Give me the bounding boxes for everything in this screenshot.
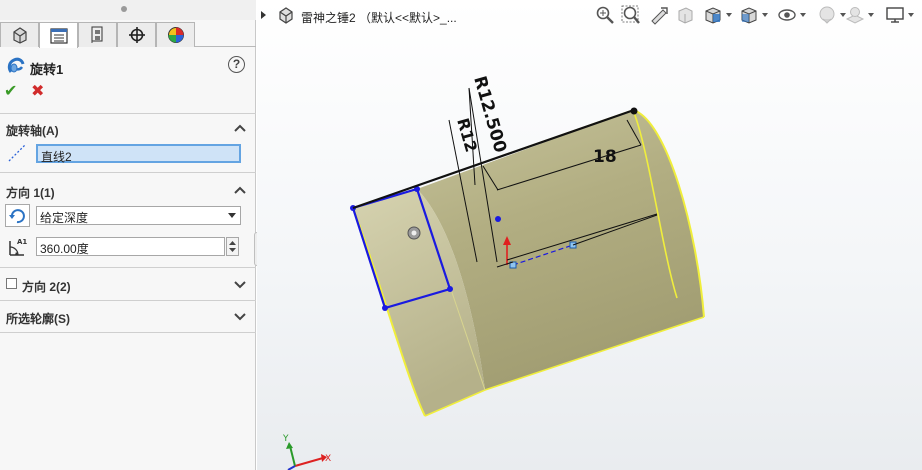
- chevron-down-icon: [228, 213, 236, 218]
- crosshair-icon: [128, 27, 145, 43]
- spinner-arrows-icon: [229, 241, 236, 252]
- divider: [0, 267, 256, 268]
- revolve-feature-icon: [7, 57, 25, 73]
- end-condition-select[interactable]: 给定深度: [36, 206, 241, 225]
- help-button[interactable]: ?: [228, 56, 245, 73]
- length-18-dimension[interactable]: 18: [593, 147, 617, 167]
- divider: [0, 113, 256, 114]
- angle-label: A1: [17, 238, 27, 246]
- feature-title-row: 旋转1 ?: [0, 53, 256, 79]
- color-wheel-icon: [167, 27, 184, 43]
- panel-grip[interactable]: [0, 0, 256, 20]
- collapse-icon[interactable]: [234, 184, 246, 196]
- direction1-group-title: 方向 1(1): [6, 186, 55, 200]
- radius-12-dimension[interactable]: R12: [453, 116, 481, 154]
- axis-group-title: 旋转轴(A): [6, 124, 59, 138]
- model-viewport[interactable]: R12.500 R12 18 X Y: [257, 0, 922, 470]
- reverse-direction-icon: [9, 209, 25, 224]
- divider: [0, 332, 256, 333]
- ok-button[interactable]: ✔: [4, 84, 20, 100]
- reverse-direction-button[interactable]: [5, 204, 30, 227]
- tab-configuration-manager[interactable]: [78, 22, 117, 47]
- configuration-icon: [90, 26, 103, 43]
- direction2-group-title: 方向 2(2): [22, 280, 71, 294]
- selected-contours-group-title: 所选轮廓(S): [6, 312, 70, 326]
- direction2-checkbox[interactable]: [6, 278, 17, 289]
- reference-triad: X Y: [282, 434, 331, 470]
- axis-line-icon: [8, 144, 26, 162]
- triad-x-label: X: [325, 454, 331, 464]
- divider: [0, 172, 256, 173]
- axis-selection-field[interactable]: 直线2: [36, 144, 241, 164]
- rotate-cursor-icon: [407, 226, 421, 240]
- expand-icon[interactable]: [234, 310, 246, 322]
- panel-tabs: [0, 20, 256, 48]
- feature-title: 旋转1: [30, 62, 64, 77]
- angle-icon: A1: [9, 238, 27, 256]
- feature-tree-icon: [12, 27, 27, 44]
- angle-spinner[interactable]: [226, 237, 239, 256]
- tab-feature-manager[interactable]: [0, 22, 39, 47]
- property-manager-panel: 旋转1 ? ✔ ✖ 旋转轴(A) 直线2 方向 1(1) 给定深度 A1 360…: [0, 0, 256, 470]
- property-list-icon: [49, 27, 68, 44]
- collapse-icon[interactable]: [234, 122, 246, 134]
- expand-icon[interactable]: [234, 278, 246, 290]
- divider: [0, 300, 256, 301]
- cancel-button[interactable]: ✖: [31, 84, 47, 100]
- tab-display-manager[interactable]: [156, 22, 195, 47]
- tab-dimxpert-manager[interactable]: [117, 22, 156, 47]
- angle-input[interactable]: 360.00度: [36, 237, 225, 256]
- tab-property-manager[interactable]: [39, 22, 78, 48]
- graphics-area[interactable]: 雷神之锤2 （默认<<默认>_... R12.500 R12 18 X Y: [257, 0, 922, 470]
- revolve-preview-body[interactable]: [352, 109, 705, 417]
- end-condition-value: 给定深度: [40, 211, 89, 225]
- triad-y-label: Y: [282, 434, 289, 444]
